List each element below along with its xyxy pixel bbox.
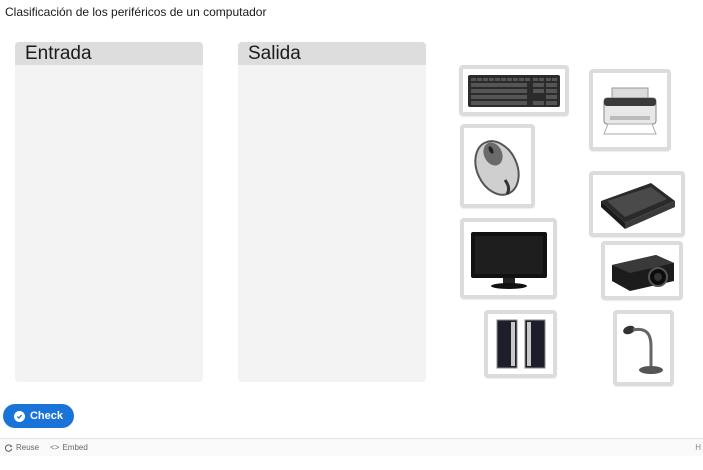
dropzone-salida-label: Salida: [238, 42, 426, 65]
printer-icon: [603, 87, 657, 135]
draggable-mouse[interactable]: [460, 124, 535, 208]
dropzone-entrada[interactable]: Entrada: [15, 42, 203, 382]
h5p-drag-and-drop: Clasificación de los periféricos de un c…: [0, 0, 703, 470]
dropzone-salida[interactable]: Salida: [238, 42, 426, 382]
draggable-printer[interactable]: [589, 69, 671, 151]
reuse-link[interactable]: Reuse: [5, 443, 39, 452]
embed-link[interactable]: <> Embed: [50, 443, 88, 452]
draggable-speakers[interactable]: [484, 310, 557, 378]
check-circle-icon: [13, 410, 25, 422]
check-button-label: Check: [29, 410, 64, 422]
draggable-projector[interactable]: [601, 241, 683, 300]
h5p-footer: Reuse <> Embed H: [0, 438, 703, 456]
check-button[interactable]: Check: [3, 404, 74, 428]
task-title: Clasificación de los periféricos de un c…: [5, 5, 267, 19]
microphone-icon: [622, 325, 663, 374]
keyboard-icon: [468, 74, 560, 107]
speakers-icon: [496, 319, 545, 369]
reuse-icon: [5, 443, 13, 452]
monitor-icon: [470, 231, 547, 289]
embed-label: Embed: [62, 443, 88, 452]
draggable-keyboard[interactable]: [459, 65, 569, 116]
draggable-microphone[interactable]: [613, 310, 674, 386]
embed-icon: <>: [50, 443, 60, 452]
draggable-scanner[interactable]: [589, 171, 685, 237]
draggable-monitor[interactable]: [460, 218, 557, 299]
scanner-icon: [601, 183, 675, 229]
mouse-icon: [473, 140, 520, 196]
projector-icon: [612, 254, 674, 291]
dropzone-entrada-label: Entrada: [15, 42, 203, 65]
reuse-label: Reuse: [16, 443, 40, 452]
h5p-logo[interactable]: H: [695, 443, 701, 452]
